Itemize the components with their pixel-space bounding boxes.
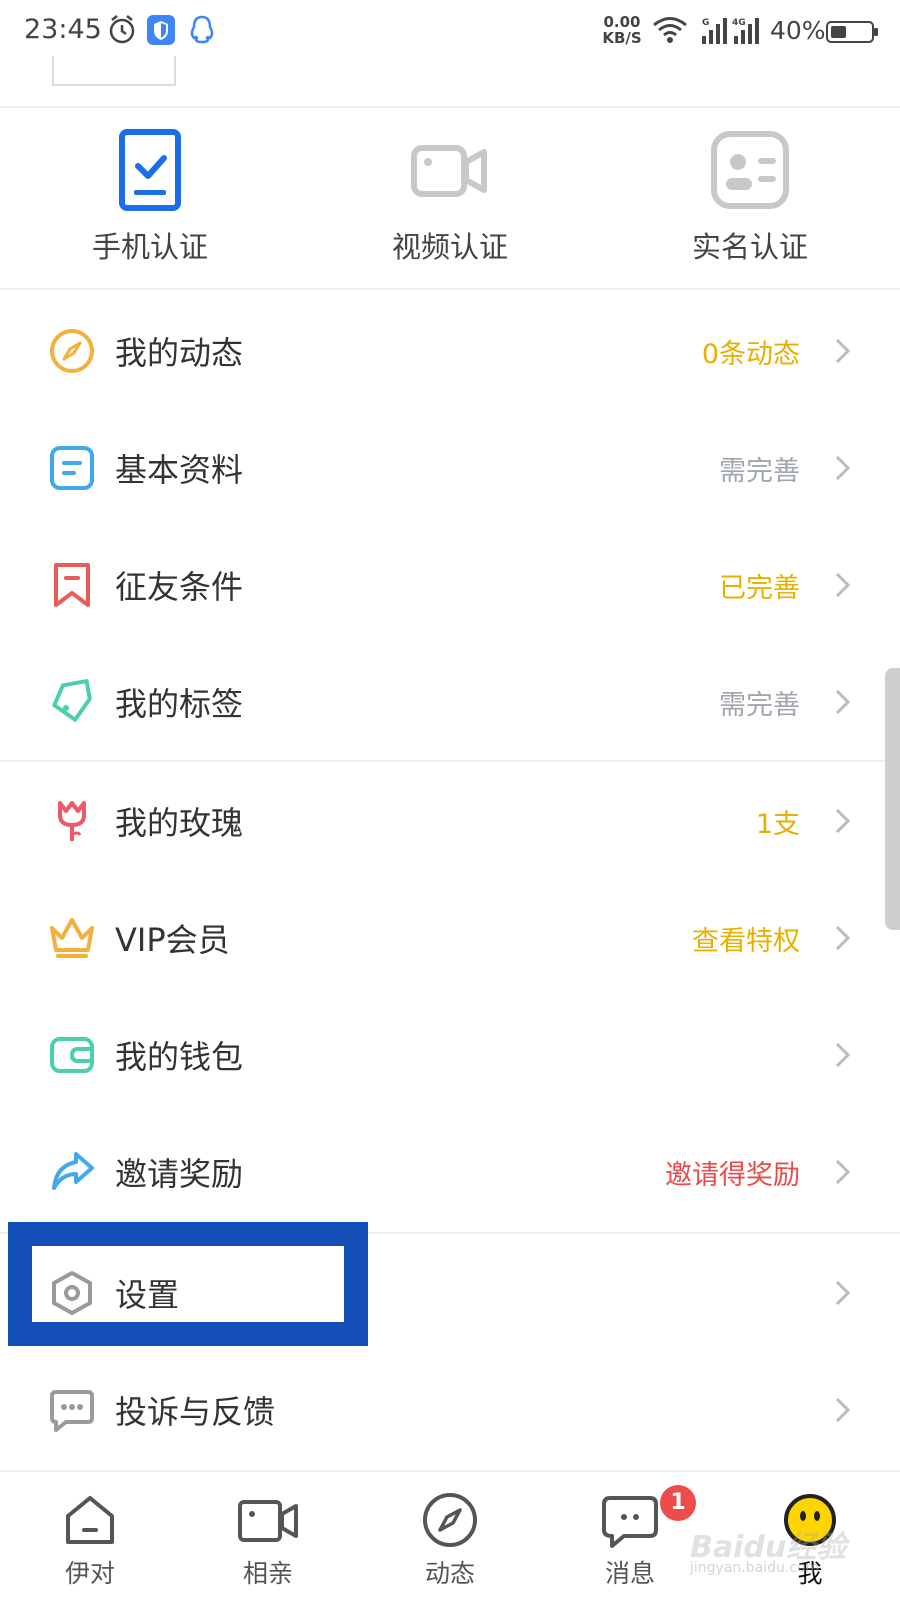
home-icon [66,1496,114,1544]
id-verify-icon [711,131,789,209]
compass-icon [50,329,94,373]
battery-fill [831,26,846,38]
phone-verify-icon [119,129,181,211]
menu-item-wallet[interactable]: 我的钱包 [0,996,900,1113]
menu-label: 投诉与反馈 [115,1393,276,1431]
chevron-right-icon [835,1159,851,1185]
menu-label: 征友条件 [115,568,244,606]
verify-video[interactable]: 视频认证 [300,110,600,290]
wallet-icon [50,1037,94,1073]
chevron-right-icon [835,925,851,951]
chevron-right-icon [835,1042,851,1068]
menu-label: 邀请奖励 [115,1155,244,1193]
chevron-right-icon [835,1280,851,1306]
divider [0,288,900,290]
net-speed-value: 0.00 [603,13,641,31]
net-speed-unit: KB/S [602,29,642,47]
shield-icon [147,15,175,45]
menu-item-settings[interactable]: 设置 [0,1234,900,1351]
net-speed: 0.00 KB/S [600,14,644,46]
menu-item-profile[interactable]: 基本资料 需完善 [0,409,900,526]
chevron-right-icon [835,808,851,834]
message-icon [602,1496,658,1548]
menu-label: 基本资料 [115,451,244,489]
menu-label: 我的玫瑰 [115,804,244,842]
video-verify-icon [411,145,487,197]
menu-item-invite[interactable]: 邀请奖励 邀请得奖励 [0,1113,900,1230]
verify-label: 手机认证 [91,230,208,264]
verify-label: 视频认证 [391,230,508,264]
menu-label: 我的动态 [115,334,244,372]
status-time: 23:45 [24,14,102,45]
crown-icon [50,918,94,958]
video-camera-icon [238,1500,298,1542]
svg-text:G: G [702,18,709,28]
qq-icon [190,15,214,44]
signal-icon: G [702,18,727,44]
share-icon [52,1152,94,1190]
menu-value: 查看特权 [692,926,800,957]
verify-label: 实名认证 [691,230,808,264]
chevron-right-icon [835,1397,851,1423]
menu-item-my-posts[interactable]: 我的动态 0条动态 [0,292,900,409]
battery-percent: 40% [770,16,826,45]
menu-label: 我的钱包 [115,1038,244,1076]
profile-card-icon [50,446,94,490]
menu-value: 需完善 [719,456,800,487]
menu-value: 邀请得奖励 [665,1160,800,1191]
battery-icon [826,21,878,43]
nav-label: 伊对 [64,1559,115,1588]
verify-phone[interactable]: 手机认证 [0,110,300,290]
menu-item-vip[interactable]: VIP会员 查看特权 [0,879,900,996]
compass-nav-icon [423,1493,477,1547]
rose-icon [58,801,86,841]
menu-item-tags[interactable]: 我的标签 需完善 [0,643,900,760]
settings-hex-icon [52,1271,92,1315]
menu-item-feedback[interactable]: 投诉与反馈 [0,1351,900,1468]
menu-value: 1支 [755,809,800,840]
wifi-icon [653,17,687,43]
menu-value: 需完善 [719,690,800,721]
nav-item-dongtai[interactable]: 动态 [360,1472,540,1602]
menu-item-roses[interactable]: 我的玫瑰 1支 [0,762,900,879]
nav-label: 动态 [424,1559,475,1588]
watermark-sub: jingyan.baidu.com [690,1560,820,1576]
signal-4g-icon: 4G [732,18,759,44]
feedback-chat-icon [50,1390,94,1432]
chevron-right-icon [835,338,851,364]
chevron-right-icon [835,572,851,598]
chevron-right-icon [835,455,851,481]
menu-value: 0条动态 [701,339,800,370]
nav-item-xiangqin[interactable]: 相亲 [178,1472,358,1602]
nav-item-yidui[interactable]: 伊对 [0,1472,180,1602]
alarm-icon [109,15,135,44]
divider [0,106,900,108]
verify-realname[interactable]: 实名认证 [600,110,900,290]
nav-label: 相亲 [242,1559,293,1588]
menu-value: 已完善 [719,573,800,604]
menu-label: 我的标签 [115,685,244,723]
menu-label: 设置 [115,1276,180,1314]
message-badge: 1 [660,1485,696,1521]
bookmark-icon [54,563,90,607]
scrollbar[interactable] [885,668,900,930]
menu-label: VIP会员 [115,921,230,959]
tag-icon [52,679,92,722]
top-card-stub [52,56,176,86]
svg-text:4G: 4G [732,18,746,28]
chevron-right-icon [835,689,851,715]
menu-item-dating-conditions[interactable]: 征友条件 已完善 [0,526,900,643]
verification-row: 手机认证 视频认证 实名认证 [0,110,900,290]
